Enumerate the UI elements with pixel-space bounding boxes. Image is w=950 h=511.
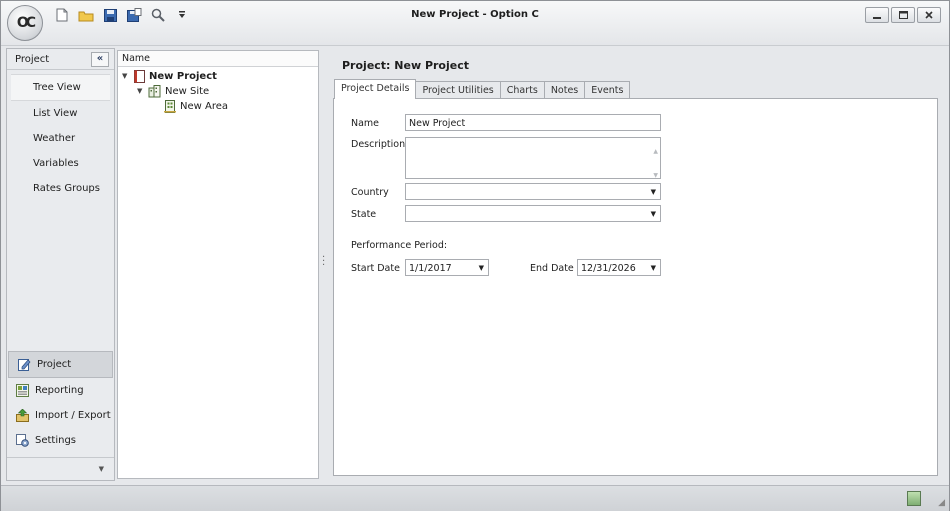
- project-edit-icon: [18, 359, 31, 371]
- maximize-icon: [898, 11, 908, 19]
- tab-events[interactable]: Events: [584, 81, 631, 99]
- title-bar: OC New Project - Option C: [1, 1, 949, 46]
- state-select[interactable]: ▼: [405, 205, 661, 222]
- description-field[interactable]: ▲ ▼: [405, 137, 661, 179]
- nav-item-variables[interactable]: Variables: [7, 151, 114, 176]
- app-window: OC New Project - Option C Project « Tree…: [0, 0, 950, 511]
- tree-node-project[interactable]: ▼ New Project: [122, 69, 217, 84]
- chevron-down-icon[interactable]: ▼: [651, 184, 656, 201]
- tree-column-header[interactable]: Name: [118, 51, 318, 67]
- nav-items: Tree View List View Weather Variables Ra…: [7, 70, 114, 201]
- tree-node-area[interactable]: New Area: [164, 99, 228, 114]
- pane-splitter[interactable]: · · ·: [322, 253, 325, 271]
- performance-period-label: Performance Period:: [351, 240, 448, 251]
- project-content: Project: New Project Project Details Pro…: [333, 50, 938, 476]
- import-export-icon: [16, 409, 29, 422]
- end-date-value: 12/31/2026: [581, 263, 636, 274]
- tab-notes[interactable]: Notes: [543, 81, 586, 99]
- chevron-down-icon[interactable]: ▼: [651, 206, 656, 223]
- nav-group-label: Reporting: [35, 385, 84, 396]
- nav-group-import-export[interactable]: Import / Export: [7, 403, 114, 428]
- country-select[interactable]: ▼: [405, 183, 661, 200]
- tree-node-label: New Site: [165, 86, 210, 97]
- nav-group-label: Import / Export: [35, 410, 111, 421]
- area-building-icon: [164, 100, 176, 113]
- site-building-icon: [148, 85, 161, 98]
- nav-groups: Project Reporting Import / Export Settin…: [7, 351, 114, 453]
- chevron-down-icon[interactable]: ▼: [651, 260, 656, 277]
- nav-group-reporting[interactable]: Reporting: [7, 378, 114, 403]
- project-book-icon: [134, 70, 145, 83]
- page-title: Project: New Project: [342, 59, 469, 72]
- tab-project-details[interactable]: Project Details: [334, 79, 417, 99]
- tree-node-label: New Project: [149, 71, 217, 82]
- project-details-panel: Name New Project Description ▲ ▼ Country …: [333, 98, 938, 476]
- name-field[interactable]: New Project: [405, 114, 661, 131]
- window-title: New Project - Option C: [411, 9, 539, 20]
- country-label: Country: [351, 187, 389, 198]
- nav-options-dropdown-icon[interactable]: ▼: [99, 465, 104, 473]
- window-controls: [865, 7, 941, 23]
- start-date-picker[interactable]: 1/1/2017 ▼: [405, 259, 489, 276]
- nav-group-label: Project: [37, 359, 72, 370]
- start-date-label: Start Date: [351, 263, 400, 274]
- close-icon: [925, 11, 933, 19]
- nav-item-list-view[interactable]: List View: [7, 101, 114, 126]
- project-tree: Name ▼ New Project ▼ New Site New Area: [117, 50, 319, 479]
- description-label: Description: [351, 139, 406, 150]
- nav-header-label: Project: [15, 54, 50, 65]
- nav-group-settings[interactable]: Settings: [7, 428, 114, 453]
- reporting-icon: [16, 384, 29, 397]
- tab-project-utilities[interactable]: Project Utilities: [415, 81, 501, 99]
- nav-group-project[interactable]: Project: [8, 351, 113, 378]
- start-date-value: 1/1/2017: [409, 263, 452, 274]
- resize-grip-icon[interactable]: ◢: [938, 498, 945, 508]
- nav-item-weather[interactable]: Weather: [7, 126, 114, 151]
- chevron-down-icon[interactable]: ▼: [122, 69, 130, 84]
- chevron-down-icon[interactable]: ▼: [479, 260, 484, 277]
- collapse-nav-button[interactable]: «: [91, 52, 109, 67]
- tree-node-site[interactable]: ▼ New Site: [137, 84, 209, 99]
- end-date-label: End Date: [530, 263, 574, 274]
- tree-node-label: New Area: [180, 101, 229, 112]
- minimize-icon: [873, 17, 881, 19]
- navigation-pane: Project « Tree View List View Weather Va…: [6, 48, 115, 481]
- tab-charts[interactable]: Charts: [499, 81, 545, 99]
- memo-scroll-icon[interactable]: ▲ ▼: [653, 140, 658, 188]
- nav-group-label: Settings: [35, 435, 77, 446]
- nav-footer: ▼: [7, 457, 114, 480]
- end-date-picker[interactable]: 12/31/2026 ▼: [577, 259, 661, 276]
- settings-icon: [16, 434, 29, 447]
- nav-item-rates-groups[interactable]: Rates Groups: [7, 176, 114, 201]
- name-label: Name: [351, 118, 380, 129]
- status-bar: ◢: [1, 485, 949, 511]
- layout-icon[interactable]: [907, 491, 921, 506]
- state-label: State: [351, 209, 377, 220]
- minimize-button[interactable]: [865, 7, 889, 23]
- chevron-down-icon[interactable]: ▼: [137, 84, 145, 99]
- tab-strip: Project Details Project Utilities Charts…: [334, 79, 631, 99]
- maximize-button[interactable]: [891, 7, 915, 23]
- close-button[interactable]: [917, 7, 941, 23]
- nav-item-tree-view[interactable]: Tree View: [11, 74, 110, 101]
- nav-header: Project «: [7, 49, 114, 70]
